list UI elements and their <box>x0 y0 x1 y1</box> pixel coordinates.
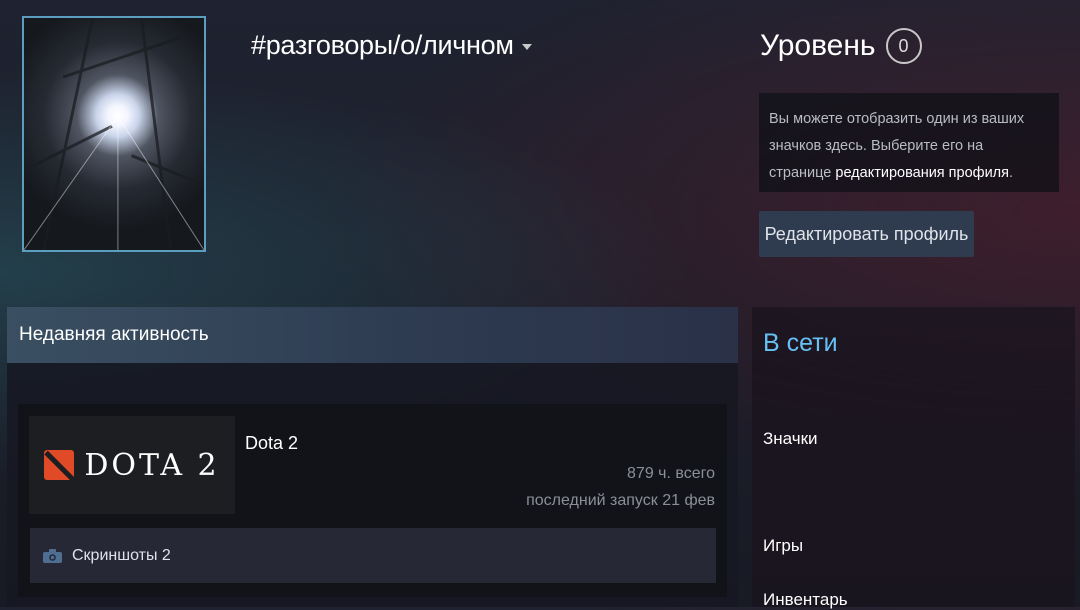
recent-activity-title: Недавняя активность <box>19 324 209 345</box>
sidebar-link-games[interactable]: Игры <box>763 536 803 556</box>
recent-activity-panel: Недавняя активность DOTA 2 Dota 2 879 ч.… <box>7 307 738 607</box>
profile-level: Уровень 0 <box>760 28 922 64</box>
screenshots-row[interactable]: Скриншоты 2 <box>30 528 716 583</box>
game-logo[interactable]: DOTA 2 <box>29 416 235 514</box>
caret-down-icon[interactable] <box>521 43 532 50</box>
game-name-link[interactable]: Dota 2 <box>245 433 298 454</box>
camera-icon <box>43 548 62 563</box>
persona-name-text: #разговоры/о/личном <box>251 30 514 60</box>
level-label: Уровень <box>760 29 876 62</box>
profile-sidebar: В сети Значки Игры Инвентарь <box>752 307 1075 610</box>
screenshots-label: Скриншоты 2 <box>72 546 171 564</box>
badge-hint-end: . <box>1009 165 1014 181</box>
game-logo-text: DOTA 2 <box>84 447 220 483</box>
persona-name[interactable]: #разговоры/о/личном <box>251 30 532 61</box>
badge-placeholder-box: Вы можете отобразить один из ваших значк… <box>759 93 1059 192</box>
avatar-image <box>24 18 204 250</box>
online-status: В сети <box>763 329 838 357</box>
game-hours: 879 ч. всего <box>627 465 715 482</box>
avatar[interactable] <box>22 16 206 252</box>
sidebar-link-inventory[interactable]: Инвентарь <box>763 590 848 610</box>
edit-profile-button[interactable]: Редактировать профиль <box>759 211 974 257</box>
game-last-played: последний запуск 21 фев <box>526 492 715 509</box>
dota-icon <box>44 450 75 480</box>
level-badge[interactable]: 0 <box>885 28 922 64</box>
edit-profile-link[interactable]: редактирования профиля <box>835 165 1009 181</box>
sidebar-link-badges[interactable]: Значки <box>763 429 818 449</box>
recent-activity-header: Недавняя активность <box>7 307 738 363</box>
game-card: DOTA 2 Dota 2 879 ч. всего последний зап… <box>18 404 727 597</box>
